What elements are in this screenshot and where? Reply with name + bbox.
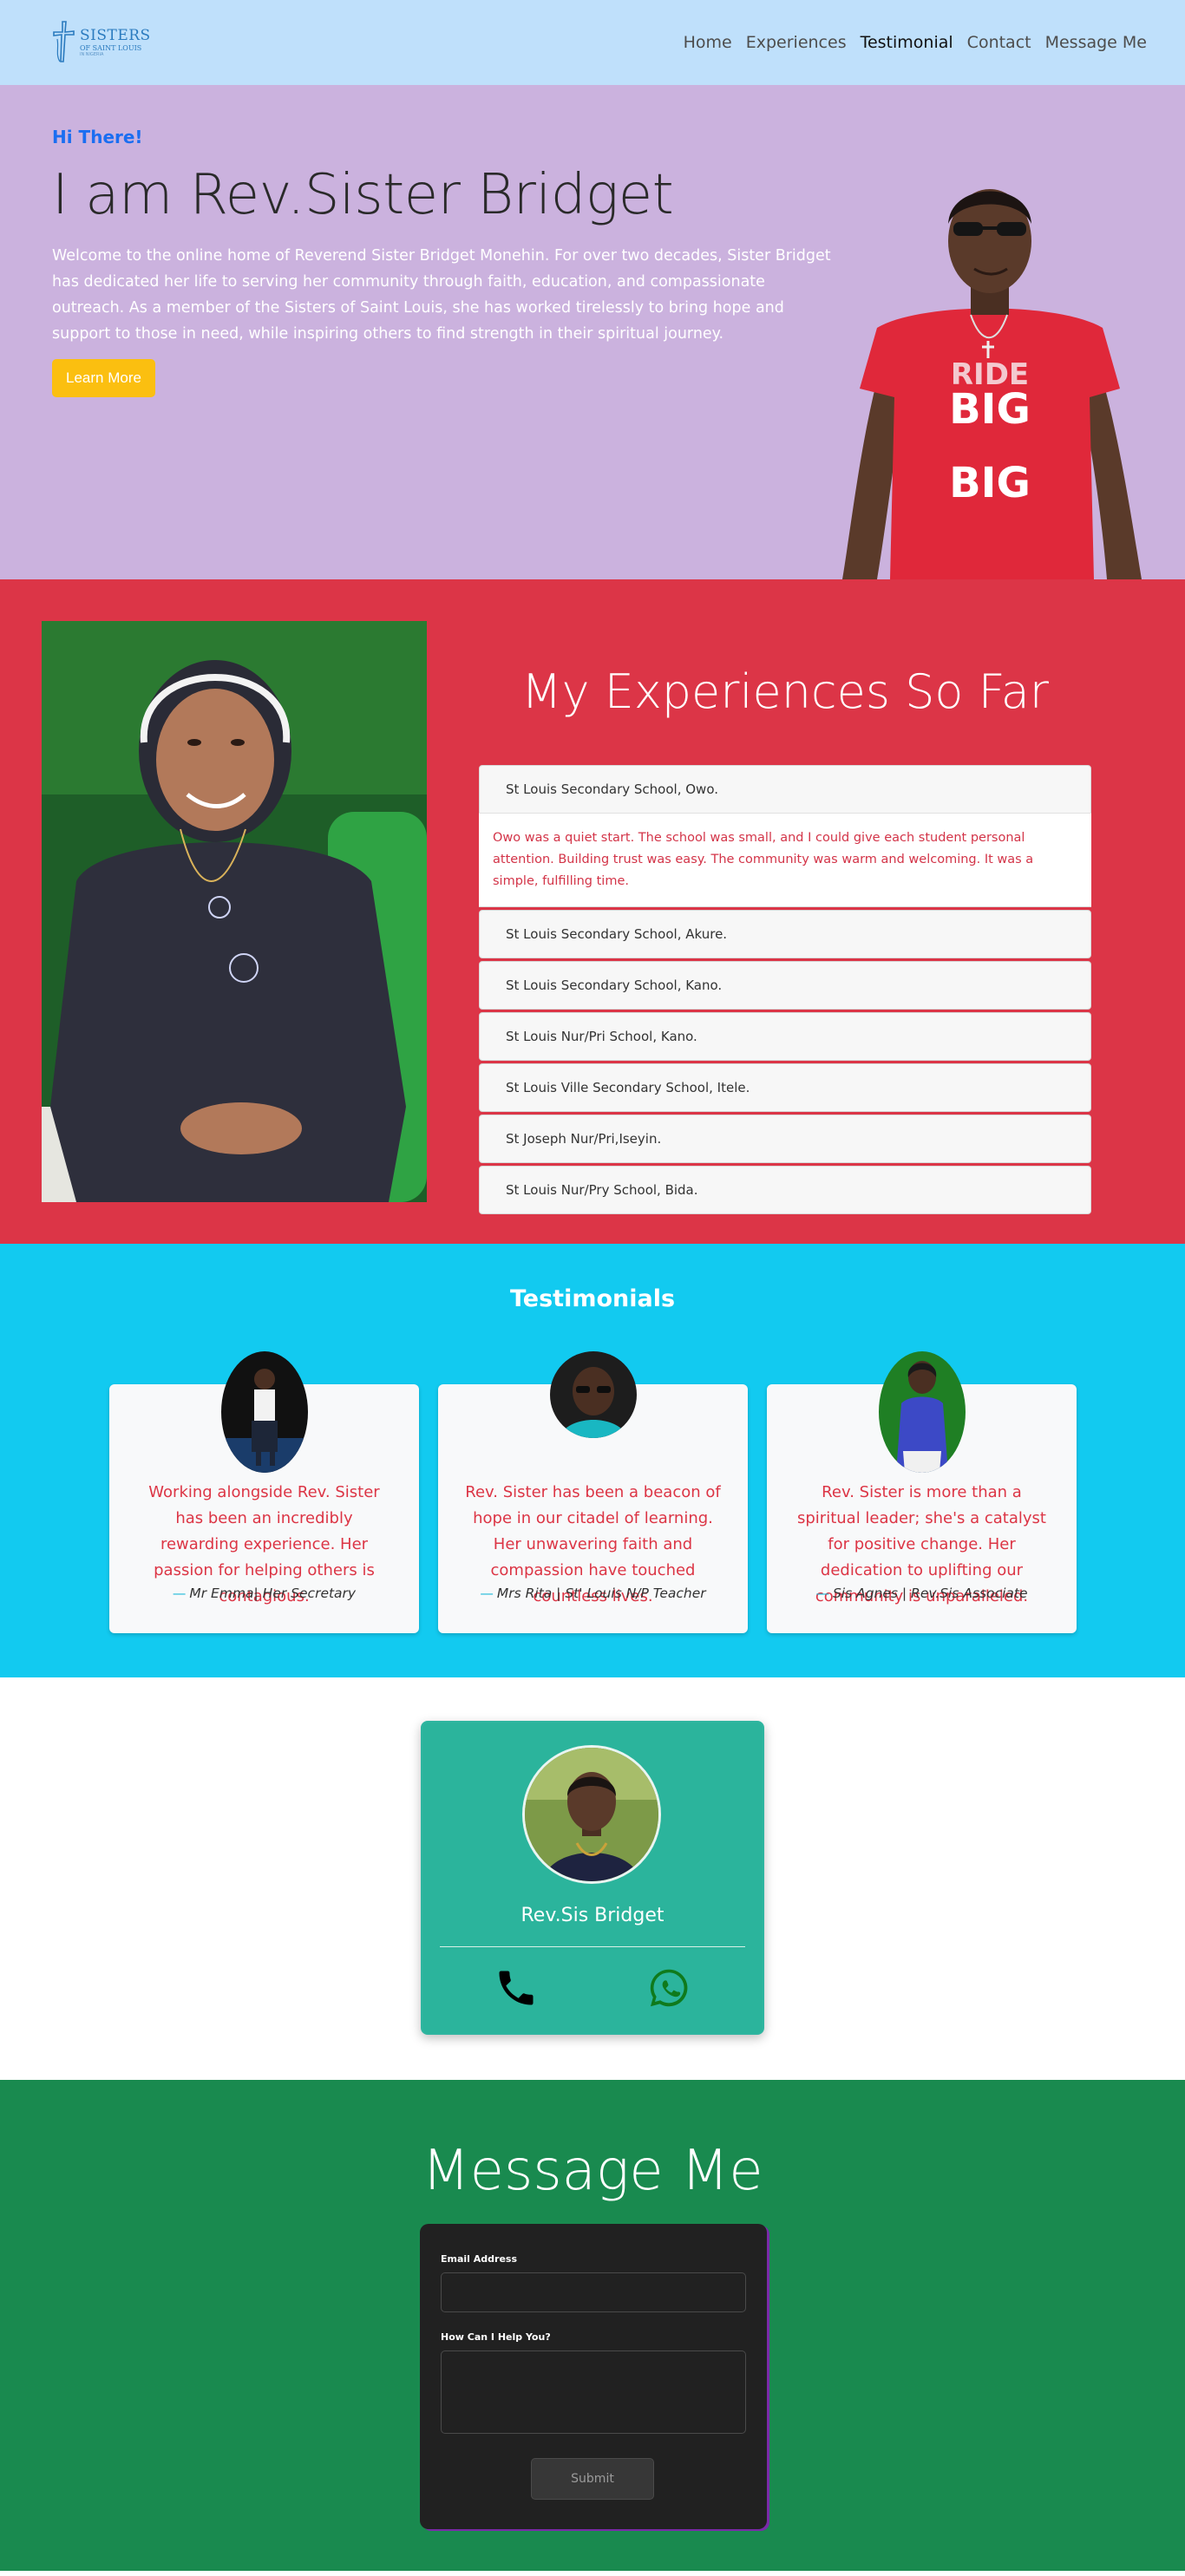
testimonial-avatar — [220, 1351, 308, 1473]
message-form: Email Address How Can I Help You? Submit — [420, 2224, 767, 2529]
whatsapp-icon[interactable] — [646, 1965, 691, 2010]
learn-more-button[interactable]: Learn More — [52, 359, 155, 397]
accordion-header[interactable]: St Louis Secondary School, Kano. — [480, 962, 1090, 1009]
cross-logo-icon — [53, 21, 75, 62]
testimonial-avatar — [549, 1351, 637, 1438]
logo-title: SISTERS — [80, 26, 151, 44]
accordion-header[interactable]: St Louis Nur/Pry School, Bida. — [480, 1167, 1090, 1213]
experiences-section: My Experiences So Far St Louis Secondary… — [0, 579, 1185, 1244]
accordion-header[interactable]: St Louis Secondary School, Owo. — [480, 766, 1090, 813]
message-section: Message Me Email Address How Can I Help … — [0, 2080, 1185, 2571]
nav-links: Home Experiences Testimonial Contact Mes… — [684, 33, 1147, 52]
experiences-title: My Experiences So Far — [520, 664, 1050, 719]
help-label: How Can I Help You? — [441, 2331, 551, 2343]
logo-tagline: IN NIGERIA — [80, 51, 104, 57]
accordion-header[interactable]: St Louis Ville Secondary School, Itele. — [480, 1064, 1090, 1111]
nav-contact[interactable]: Contact — [967, 33, 1031, 52]
email-field[interactable] — [441, 2272, 746, 2312]
hero-greeting: Hi There! — [52, 127, 143, 147]
contact-card: Rev.Sis Bridget — [421, 1721, 764, 2035]
nav-home[interactable]: Home — [684, 33, 732, 52]
accordion-item: St Louis Secondary School, Akure. — [479, 910, 1091, 958]
testimonial-card: Rev. Sister is more than a spiritual lea… — [767, 1351, 1077, 1633]
accordion-item: St Louis Nur/Pri School, Kano. — [479, 1012, 1091, 1061]
accordion-item: St Louis Nur/Pry School, Bida. — [479, 1166, 1091, 1214]
accordion-header[interactable]: St Joseph Nur/Pri,Iseyin. — [480, 1115, 1090, 1162]
nav-message-me[interactable]: Message Me — [1045, 33, 1147, 52]
phone-icon[interactable] — [494, 1965, 539, 2010]
contact-divider — [440, 1946, 745, 1947]
accordion-body: Owo was a quiet start. The school was sm… — [479, 813, 1091, 906]
nav-experiences[interactable]: Experiences — [746, 33, 847, 52]
logo[interactable]: SISTERS OF SAINT LOUIS IN NIGERIA — [52, 20, 151, 65]
testimonial-author-name: Mr Emma| Her Secretary — [189, 1585, 357, 1601]
shirt-text-big-2: BIG — [949, 459, 1031, 507]
nav-testimonial[interactable]: Testimonial — [861, 33, 953, 52]
testimonial-author-name: Mrs Rita | St' Louis N/P Teacher — [496, 1585, 706, 1601]
accordion-item: St Louis Secondary School, Owo. Owo was … — [479, 765, 1091, 907]
accordion-item: St Joseph Nur/Pri,Iseyin. — [479, 1115, 1091, 1163]
logo-subtitle: OF SAINT LOUIS — [80, 43, 142, 52]
accordion-item: St Louis Secondary School, Kano. — [479, 961, 1091, 1010]
testimonial-card: Rev. Sister has been a beacon of hope in… — [438, 1351, 748, 1633]
navbar: SISTERS OF SAINT LOUIS IN NIGERIA Home E… — [0, 0, 1185, 85]
testimonials-title: Testimonials — [509, 1285, 676, 1312]
accordion-item: St Louis Ville Secondary School, Itele. — [479, 1063, 1091, 1112]
testimonial-author-name: Sis Agnes | Rev.Sis Associate — [832, 1585, 1028, 1601]
hero-description: Welcome to the online home of Reverend S… — [52, 247, 831, 343]
testimonial-avatar — [878, 1351, 966, 1473]
experiences-accordion: St Louis Secondary School, Owo. Owo was … — [479, 765, 1091, 1217]
testimonial-card: Working alongside Rev. Sister has been a… — [109, 1351, 419, 1633]
testimonial-author: — Mrs Rita | St' Louis N/P Teacher — [480, 1585, 706, 1601]
hero-portrait: RIDE BIG BIG — [842, 189, 1142, 579]
testimonial-author: — Sis Agnes | Rev.Sis Associate — [815, 1585, 1028, 1601]
contact-section: Rev.Sis Bridget — [0, 1677, 1185, 2080]
hero-title: I am Rev.Sister Bridget — [52, 163, 674, 227]
shirt-text-big-1: BIG — [949, 385, 1031, 434]
email-label: Email Address — [441, 2253, 518, 2265]
experiences-portrait — [42, 621, 427, 1202]
testimonials-section: Testimonials Working alongside Rev. Sist… — [0, 1244, 1185, 1677]
accordion-header[interactable]: St Louis Secondary School, Akure. — [480, 911, 1090, 958]
testimonial-author: — Mr Emma| Her Secretary — [172, 1585, 357, 1601]
contact-name: Rev.Sis Bridget — [520, 1905, 665, 1926]
contact-avatar — [522, 1745, 661, 1884]
submit-button[interactable]: Submit — [531, 2458, 654, 2500]
help-textarea[interactable] — [441, 2350, 746, 2434]
message-title: Message Me — [422, 2139, 763, 2203]
hero-section: Hi There! I am Rev.Sister Bridget Welcom… — [0, 85, 1185, 579]
accordion-header[interactable]: St Louis Nur/Pri School, Kano. — [480, 1013, 1090, 1060]
